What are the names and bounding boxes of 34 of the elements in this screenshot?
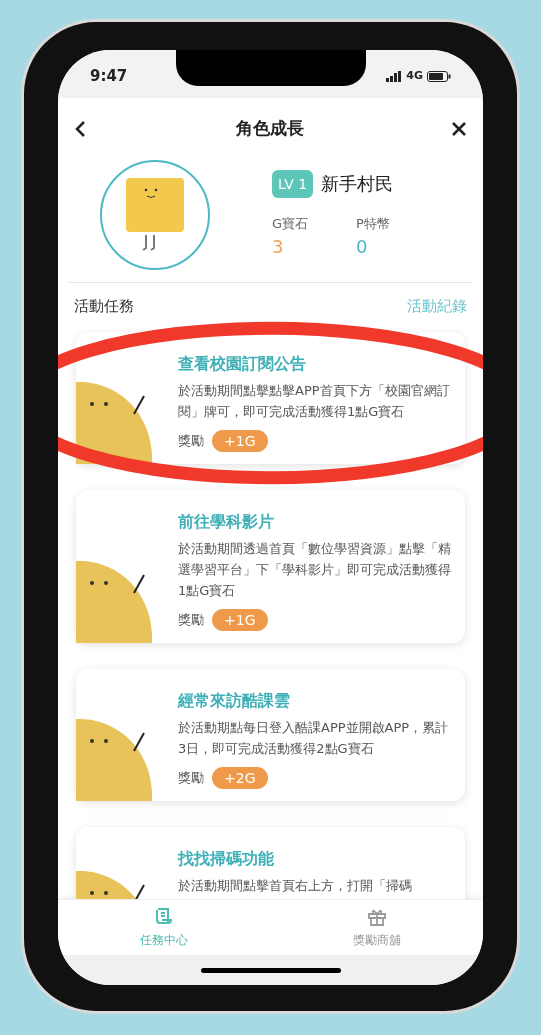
page-title: 角色成長	[235, 117, 304, 141]
signal-icon	[386, 70, 403, 82]
task-card[interactable]: 前往學科影片 於活動期間透過首頁「數位學習資源」點擊「精選學習平台」下「學科影片」即可完成活動獲得1點G寶石 獎勵 +1G	[76, 489, 465, 643]
battery-icon	[427, 70, 451, 82]
reward-pill: +1G	[212, 608, 268, 631]
task-card[interactable]: 經常來訪酷課雲 於活動期點每日登入酷課APP並開啟APP，累計3日，即可完成活動獲得2點G寶石 獎勵 +2G	[76, 668, 465, 801]
task-title: 經常來訪酷課雲	[178, 689, 291, 712]
task-card[interactable]: 找找掃碼功能 於活動期間點擊首頁右上方，打開「掃碼	[76, 826, 465, 899]
task-description: 於活動期點每日登入酷課APP並開啟APP，累計3日，即可完成活動獲得2點G寶石	[178, 718, 450, 758]
reward-label: 獎勵	[178, 610, 204, 629]
task-title: 前往學科影片	[178, 510, 275, 533]
reward-label: 獎勵	[178, 768, 204, 787]
stat-label: P特幣	[356, 214, 390, 233]
stat-label: G寶石	[272, 214, 309, 233]
close-icon[interactable]	[451, 121, 467, 137]
reward-pill: +2G	[212, 766, 268, 789]
back-icon[interactable]	[74, 120, 88, 138]
reward-label: 獎勵	[178, 431, 204, 450]
stat-value: 3	[272, 235, 285, 260]
task-description: 於活動期間點擊點擊APP首頁下方「校園官網訂閱」牌可，即可完成活動獲得1點G寶石	[178, 381, 451, 421]
section-title: 活動任務	[74, 296, 134, 317]
tab-label: 任務中心	[140, 931, 189, 949]
scroll-icon	[154, 906, 175, 927]
level-badge: LV 1	[272, 169, 314, 198]
reward-pill: +1G	[212, 429, 268, 452]
stat-value: 0	[356, 235, 369, 260]
clock-time: 9:47	[90, 65, 128, 87]
task-description: 於活動期間點擊首頁右上方，打開「掃碼	[178, 876, 413, 895]
task-title: 查看校園訂閱公告	[178, 352, 307, 375]
task-description: 於活動期間透過首頁「數位學習資源」點擊「精選學習平台」下「學科影片」即可完成活動獲得1點G寶石	[178, 539, 452, 600]
rank-title: 新手村民	[321, 172, 394, 197]
task-title: 找找掃碼功能	[178, 847, 275, 870]
tab-label: 獎勵商舖	[352, 931, 401, 949]
network-label: 4G	[406, 67, 423, 84]
